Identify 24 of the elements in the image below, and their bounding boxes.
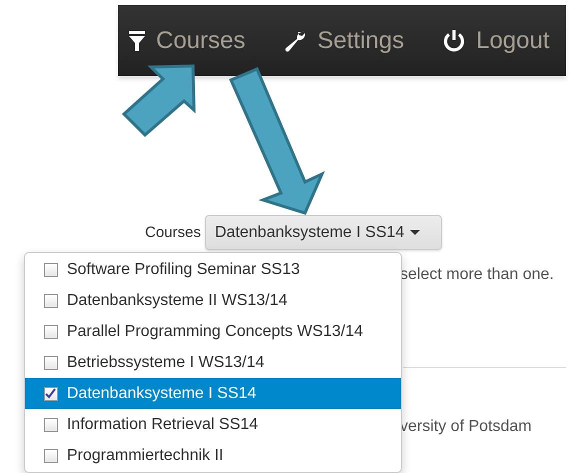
course-option[interactable]: Datenbanksysteme II WS13/14 (24, 285, 401, 316)
footer-text: versity of Potsdam (400, 418, 533, 436)
nav-link[interactable]: Logout (442, 22, 550, 58)
course-option[interactable]: Betriebssysteme I WS13/14 (24, 347, 401, 378)
checkbox[interactable] (44, 324, 58, 338)
course-option[interactable]: Information Retrieval SS14 (24, 409, 401, 440)
courses-label: Courses (145, 224, 201, 241)
caret-icon (410, 230, 420, 235)
nav-link[interactable]: Courses (128, 22, 246, 58)
checkbox[interactable] (44, 418, 58, 432)
checkbox[interactable] (44, 448, 58, 462)
help-text: select more than one. (400, 266, 555, 284)
checkbox[interactable] (44, 386, 58, 400)
nav-link[interactable]: Settings (283, 22, 404, 58)
checkbox[interactable] (44, 356, 58, 370)
course-dropdown[interactable]: Datenbanksysteme I SS14 (204, 215, 442, 250)
power-icon (442, 28, 466, 52)
filter-icon (128, 30, 146, 52)
course-option[interactable]: Programmiertechnik II (24, 440, 401, 471)
course-option[interactable]: Datenbanksysteme I SS14 (24, 378, 401, 409)
checkbox[interactable] (44, 262, 58, 276)
course-option[interactable]: Software Profiling Seminar SS13 (24, 254, 401, 285)
course-option[interactable]: Parallel Programming Concepts WS13/14 (24, 316, 401, 347)
checkbox[interactable] (44, 294, 58, 308)
